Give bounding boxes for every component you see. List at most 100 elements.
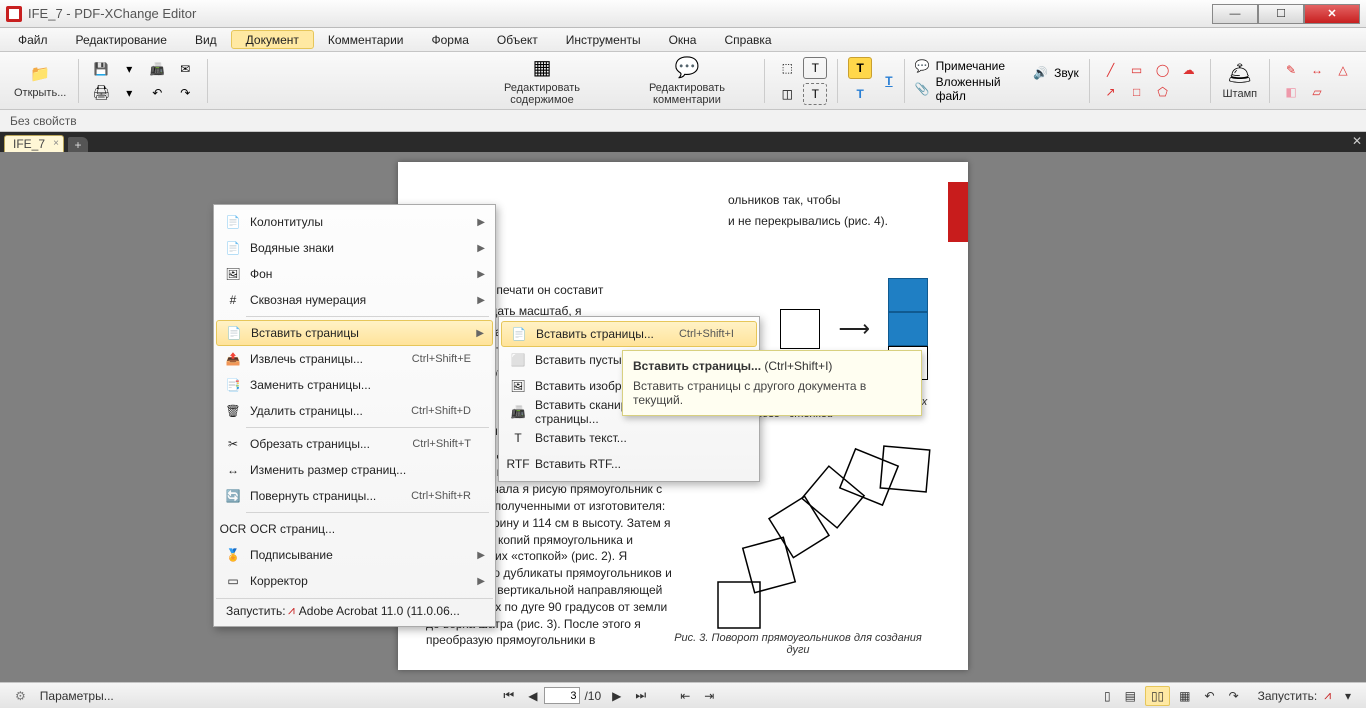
prev-page-button[interactable]: ◀	[523, 687, 542, 705]
menu-item[interactable]: ✂Обрезать страницы...Ctrl+Shift+T	[216, 431, 493, 457]
next-page-button[interactable]: ▶	[607, 687, 626, 705]
measure-tool[interactable]: ↔	[1306, 60, 1328, 80]
menu-item[interactable]: 📄Вставить страницы...Ctrl+Shift+I	[501, 321, 757, 347]
cloud-tool[interactable]: ☁	[1178, 60, 1200, 80]
note-button[interactable]: Примечание	[936, 59, 1005, 73]
layout-facing-cont[interactable]: ▦	[1174, 687, 1195, 705]
menu-item-label: Подписывание	[250, 548, 333, 562]
layout-continuous[interactable]: ▤	[1120, 687, 1141, 705]
sound-button[interactable]: Звук	[1054, 66, 1079, 80]
menu-item[interactable]: 🗑Удалить страницы...Ctrl+Shift+D	[216, 398, 493, 424]
menu-item[interactable]: TВставить текст...	[501, 425, 757, 451]
email-button[interactable]: ✉	[173, 58, 197, 80]
options-icon[interactable]	[10, 687, 31, 705]
menu-item[interactable]: RTFВставить RTF...	[501, 451, 757, 477]
menu-item[interactable]: ↔Изменить размер страниц...	[216, 457, 493, 483]
document-menu: 📄Колонтитулы▶📄Водяные знаки▶🖼Фон▶#Сквозн…	[213, 204, 496, 627]
menu-item-icon: 📄	[225, 324, 243, 342]
menu-item-label: Корректор	[250, 574, 308, 588]
edit-comments-button[interactable]: 💬 Редактировать комментарии	[614, 55, 761, 106]
menu-окна[interactable]: Окна	[655, 28, 711, 51]
menu-item[interactable]: #Сквозная нумерация▶	[216, 287, 493, 313]
open-button[interactable]: Открыть...	[6, 63, 74, 99]
maximize-button[interactable]: ☐	[1258, 4, 1304, 24]
menu-справка[interactable]: Справка	[710, 28, 785, 51]
menu-item[interactable]: 📄Вставить страницы▶	[216, 320, 493, 346]
launch-acrobat-icon[interactable]: ⩘	[1319, 686, 1336, 705]
rotate-cw-button[interactable]: ↷	[1224, 687, 1244, 705]
pencil-tool[interactable]: ✎	[1280, 60, 1302, 80]
close-button[interactable]: ✕	[1304, 4, 1360, 24]
first-page-button[interactable]: ⏮	[498, 686, 519, 705]
menu-item[interactable]: 🔄Повернуть страницы...Ctrl+Shift+R	[216, 483, 493, 509]
perimeter-tool[interactable]: △	[1332, 60, 1354, 80]
submenu-arrow-icon: ▶	[476, 328, 484, 339]
menu-item[interactable]: 🏅Подписывание▶	[216, 542, 493, 568]
menu-item[interactable]: 📑Заменить страницы...	[216, 372, 493, 398]
layout-single[interactable]: ▯	[1099, 687, 1116, 705]
menu-item[interactable]: OCROCR страниц...	[216, 516, 493, 542]
line-tool[interactable]: ╱	[1100, 60, 1122, 80]
tab-close-icon[interactable]: ×	[53, 138, 59, 149]
menu-вид[interactable]: Вид	[181, 28, 231, 51]
polygon-tool[interactable]: ⬠	[1152, 82, 1174, 102]
menu-item[interactable]: 📄Водяные знаки▶	[216, 235, 493, 261]
menu-файл[interactable]: Файл	[4, 28, 62, 51]
rotate-ccw-button[interactable]: ↶	[1200, 687, 1220, 705]
document-viewport[interactable]: ольников так, чтобы и не перекрывались (…	[0, 152, 1366, 682]
menubar: ФайлРедактированиеВидДокументКомментарии…	[0, 28, 1366, 52]
launch-row[interactable]: Запустить: ⩘ Adobe Acrobat 11.0 (11.0.06…	[216, 598, 493, 622]
print-dropdown[interactable]: ▾	[117, 82, 141, 104]
area-tool[interactable]: ▱	[1306, 82, 1328, 102]
text-field-alt[interactable]: T	[803, 83, 827, 105]
undo-button[interactable]: ↶	[145, 82, 169, 104]
attachment-button[interactable]: Вложенный файл	[936, 75, 1022, 103]
menu-комментарии[interactable]: Комментарии	[314, 28, 418, 51]
options-button[interactable]: Параметры...	[35, 687, 119, 705]
print-button[interactable]	[89, 82, 113, 104]
menu-item[interactable]: 🖼Фон▶	[216, 261, 493, 287]
window-controls: — ☐ ✕	[1212, 4, 1360, 24]
launch-dropdown[interactable]: ▾	[1340, 687, 1356, 705]
save-button[interactable]: 💾	[89, 58, 113, 80]
page-number-input[interactable]	[544, 687, 580, 704]
nav-fwd-button[interactable]: ⇥	[699, 687, 719, 705]
menu-item[interactable]: 📤Извлечь страницы...Ctrl+Shift+E	[216, 346, 493, 372]
layout-facing[interactable]: ▯▯	[1145, 686, 1170, 706]
nav-back-button[interactable]: ⇤	[675, 687, 695, 705]
oval-tool[interactable]: ◯	[1152, 60, 1174, 80]
menu-item-icon: 🗑	[224, 402, 242, 420]
rect-tool[interactable]: ▭	[1126, 60, 1148, 80]
last-page-button[interactable]: ⏭	[630, 686, 651, 705]
titlebar: IFE_7 - PDF-XChange Editor — ☐ ✕	[0, 0, 1366, 28]
crop-tool[interactable]: ◫	[775, 83, 799, 105]
square-tool[interactable]: □	[1126, 82, 1148, 102]
statusbar: Параметры... ⏮ ◀ /10 ▶ ⏭ ⇤ ⇥ ▯ ▤ ▯▯ ▦ ↶ …	[0, 682, 1366, 708]
redo-button[interactable]: ↷	[173, 82, 197, 104]
menu-редактирование[interactable]: Редактирование	[62, 28, 181, 51]
underline-tool[interactable]: T	[878, 70, 900, 92]
save-dropdown[interactable]: ▾	[117, 58, 141, 80]
minimize-button[interactable]: —	[1212, 4, 1258, 24]
text-formfield[interactable]: T	[803, 57, 827, 79]
strikeout-tool[interactable]: T	[848, 83, 872, 105]
menu-item[interactable]: 📄Колонтитулы▶	[216, 209, 493, 235]
eraser-tool[interactable]: ◧	[1280, 82, 1302, 102]
scanner-button[interactable]: 📠	[145, 58, 169, 80]
menu-item[interactable]: ▭Корректор▶	[216, 568, 493, 594]
window-title: IFE_7 - PDF-XChange Editor	[28, 6, 196, 21]
menu-форма[interactable]: Форма	[417, 28, 482, 51]
document-tab[interactable]: IFE_7 ×	[4, 135, 64, 152]
menu-документ[interactable]: Документ	[231, 30, 314, 49]
menu-item-icon: 🖼	[224, 265, 242, 283]
menu-инструменты[interactable]: Инструменты	[552, 28, 655, 51]
select-tool[interactable]: ⬚	[775, 57, 799, 79]
edit-content-button[interactable]: ▦ Редактировать содержимое	[471, 55, 614, 106]
figure-square	[780, 309, 820, 349]
tabstrip-close-button[interactable]: ✕	[1352, 134, 1362, 148]
new-tab-button[interactable]: +	[68, 137, 88, 152]
highlight-tool[interactable]: T	[848, 57, 872, 79]
arrow-tool[interactable]: ↗	[1100, 82, 1122, 102]
menu-объект[interactable]: Объект	[483, 28, 552, 51]
stamp-button[interactable]: 🛎 Штамп	[1214, 61, 1265, 100]
